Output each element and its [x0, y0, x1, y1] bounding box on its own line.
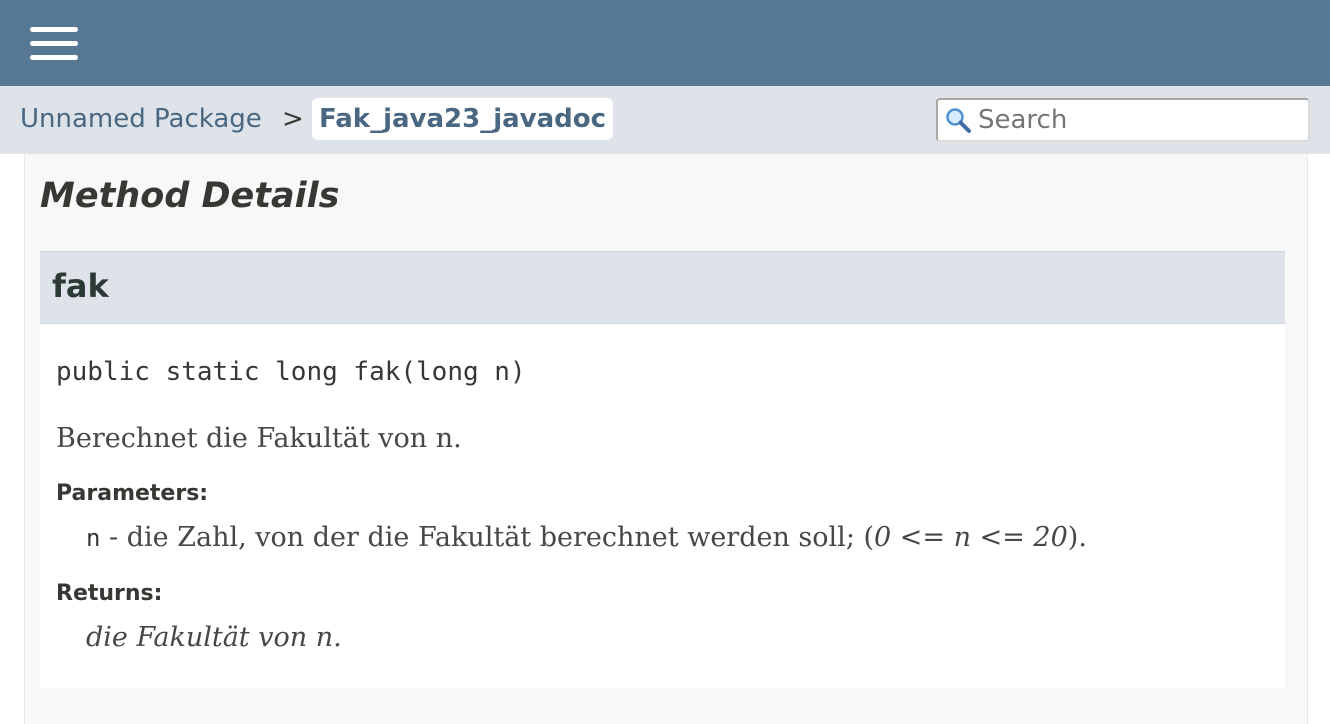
breadcrumb-separator: >: [282, 104, 304, 134]
section-title: Method Details: [40, 176, 340, 216]
top-navigation-bar: [0, 0, 1330, 86]
returns-label: Returns:: [56, 581, 163, 606]
parameter-entry: n - die Zahl, von der die Fakultät berec…: [86, 521, 1087, 555]
method-name: fak: [52, 267, 109, 305]
parameter-range: 0 <= n <= 20: [874, 522, 1068, 553]
hamburger-menu-icon[interactable]: [30, 25, 78, 61]
method-signature: public static long fak(long n): [56, 357, 526, 387]
breadcrumb-current-class[interactable]: Fak_java23_javadoc: [312, 98, 614, 140]
returns-description: die Fakultät von n.: [86, 622, 342, 653]
breadcrumb-package-link[interactable]: Unnamed Package: [20, 103, 262, 135]
magnifier-search-icon: [946, 108, 971, 133]
search-input[interactable]: [978, 102, 1298, 138]
parameter-description-end: ).: [1067, 522, 1087, 553]
search-box[interactable]: [936, 98, 1310, 142]
parameter-name: n: [86, 524, 101, 552]
method-description: Berechnet die Fakultät von n.: [56, 423, 462, 454]
parameters-label: Parameters:: [56, 481, 209, 506]
parameter-description: - die Zahl, von der die Fakultät berechn…: [100, 522, 875, 553]
method-header-bar: [40, 251, 1285, 324]
